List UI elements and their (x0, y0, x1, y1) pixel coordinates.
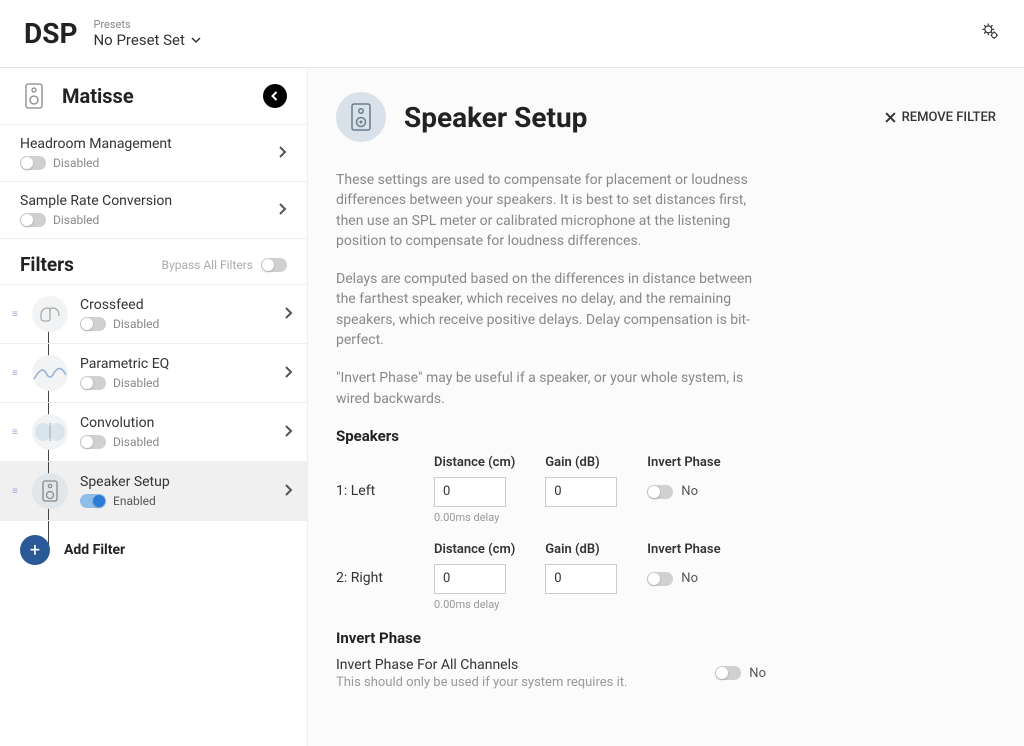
filter-toggle[interactable] (80, 435, 106, 449)
drag-handle-icon[interactable]: ≡ (12, 368, 24, 379)
drag-handle-icon[interactable]: ≡ (12, 486, 24, 497)
bypass-label: Bypass All Filters (162, 258, 253, 272)
chevron-right-icon (278, 200, 287, 221)
speakers-section-title: Speakers (336, 427, 996, 445)
preset-value: No Preset Set (93, 31, 184, 49)
bypass-toggle[interactable] (261, 258, 287, 272)
speaker-setup-icon (336, 92, 386, 142)
desc-paragraph-1: These settings are used to compensate fo… (336, 170, 766, 251)
chevron-down-icon (191, 35, 201, 45)
toggle-status: Disabled (53, 156, 99, 170)
settings-icon[interactable] (980, 21, 1000, 46)
add-filter-label: Add Filter (64, 542, 125, 558)
header: DSP Presets No Preset Set (0, 0, 1024, 68)
remove-filter-button[interactable]: REMOVE FILTER (885, 110, 996, 125)
content-title: Speaker Setup (404, 101, 885, 134)
filter-item-parametric-eq[interactable]: ≡ Parametric EQ Disabled (0, 344, 307, 403)
chevron-right-icon (278, 143, 287, 164)
invert-all-desc: This should only be used if your system … (336, 675, 675, 690)
filter-title: Convolution (80, 415, 284, 431)
gain-label: Gain (dB) (545, 542, 617, 557)
distance-label: Distance (cm) (434, 455, 515, 470)
invert-all-title: Invert Phase For All Channels (336, 657, 675, 673)
zone-header: Matisse (0, 68, 307, 125)
invert-all-value: No (749, 666, 766, 681)
distance-input[interactable] (434, 477, 506, 507)
filter-toggle[interactable] (80, 494, 106, 508)
filter-item-convolution[interactable]: ≡ Convolution Disabled (0, 403, 307, 462)
gain-label: Gain (dB) (545, 455, 617, 470)
chevron-right-icon (284, 422, 293, 443)
add-filter-row[interactable]: + Add Filter (0, 521, 307, 579)
speaker-label: 1: Left (336, 455, 434, 499)
preset-selector[interactable]: Presets No Preset Set (93, 18, 200, 49)
filter-status: Enabled (113, 494, 156, 508)
filter-icon (30, 473, 70, 509)
invert-phase-toggle[interactable] (647, 485, 673, 499)
chevron-right-icon (284, 363, 293, 384)
filters-title: Filters (20, 253, 162, 276)
remove-filter-label: REMOVE FILTER (902, 110, 996, 125)
speaker-row: 1: Left Distance (cm) 0.00ms delay Gain … (336, 455, 996, 524)
filter-item-crossfeed[interactable]: ≡ Crossfeed Disabled (0, 285, 307, 344)
distance-input[interactable] (434, 564, 506, 594)
toggle[interactable] (20, 156, 46, 170)
back-button[interactable] (263, 84, 287, 108)
speaker-label: 2: Right (336, 542, 434, 586)
close-icon (885, 112, 896, 123)
filter-icon (30, 414, 70, 450)
content-panel: Speaker Setup REMOVE FILTER These settin… (308, 68, 1024, 746)
filter-title: Speaker Setup (80, 474, 284, 490)
filter-status: Disabled (113, 317, 159, 331)
app-title: DSP (24, 17, 77, 50)
filter-toggle[interactable] (80, 376, 106, 390)
toggle-status: Disabled (53, 213, 99, 227)
invert-all-toggle[interactable] (715, 666, 741, 680)
speaker-row: 2: Right Distance (cm) 0.00ms delay Gain… (336, 542, 996, 611)
zone-speaker-icon (20, 82, 48, 110)
filter-item-speaker-setup[interactable]: ≡ Speaker Setup Enabled (0, 462, 307, 521)
filter-icon (30, 355, 70, 391)
sidebar-item-headroom-management[interactable]: Headroom Management Disabled (0, 125, 307, 182)
chevron-right-icon (284, 481, 293, 502)
drag-handle-icon[interactable]: ≡ (12, 309, 24, 320)
desc-paragraph-2: Delays are computed based on the differe… (336, 269, 766, 350)
zone-name: Matisse (62, 84, 263, 108)
chevron-right-icon (284, 304, 293, 325)
toggle[interactable] (20, 213, 46, 227)
desc-paragraph-3: "Invert Phase" may be useful if a speake… (336, 368, 766, 409)
invert-phase-label: Invert Phase (647, 542, 720, 557)
gain-input[interactable] (545, 564, 617, 594)
invert-phase-label: Invert Phase (647, 455, 720, 470)
sidebar-item-title: Headroom Management (20, 136, 278, 152)
delay-hint: 0.00ms delay (434, 511, 515, 524)
invert-phase-value: No (681, 571, 698, 586)
filter-icon (30, 296, 70, 332)
drag-handle-icon[interactable]: ≡ (12, 427, 24, 438)
delay-hint: 0.00ms delay (434, 598, 515, 611)
invert-phase-value: No (681, 484, 698, 499)
sidebar-item-sample-rate-conversion[interactable]: Sample Rate Conversion Disabled (0, 182, 307, 239)
gain-input[interactable] (545, 477, 617, 507)
distance-label: Distance (cm) (434, 542, 515, 557)
sidebar-item-title: Sample Rate Conversion (20, 193, 278, 209)
add-icon: + (20, 535, 50, 565)
sidebar: Matisse Headroom Management Disabled Sam… (0, 68, 308, 746)
chevron-left-icon (270, 91, 280, 101)
invert-phase-section-title: Invert Phase (336, 629, 996, 647)
filter-status: Disabled (113, 376, 159, 390)
filter-toggle[interactable] (80, 317, 106, 331)
invert-phase-toggle[interactable] (647, 572, 673, 586)
filter-title: Crossfeed (80, 297, 284, 313)
filter-title: Parametric EQ (80, 356, 284, 372)
filter-status: Disabled (113, 435, 159, 449)
filters-header: Filters Bypass All Filters (0, 239, 307, 285)
presets-label: Presets (93, 18, 200, 31)
